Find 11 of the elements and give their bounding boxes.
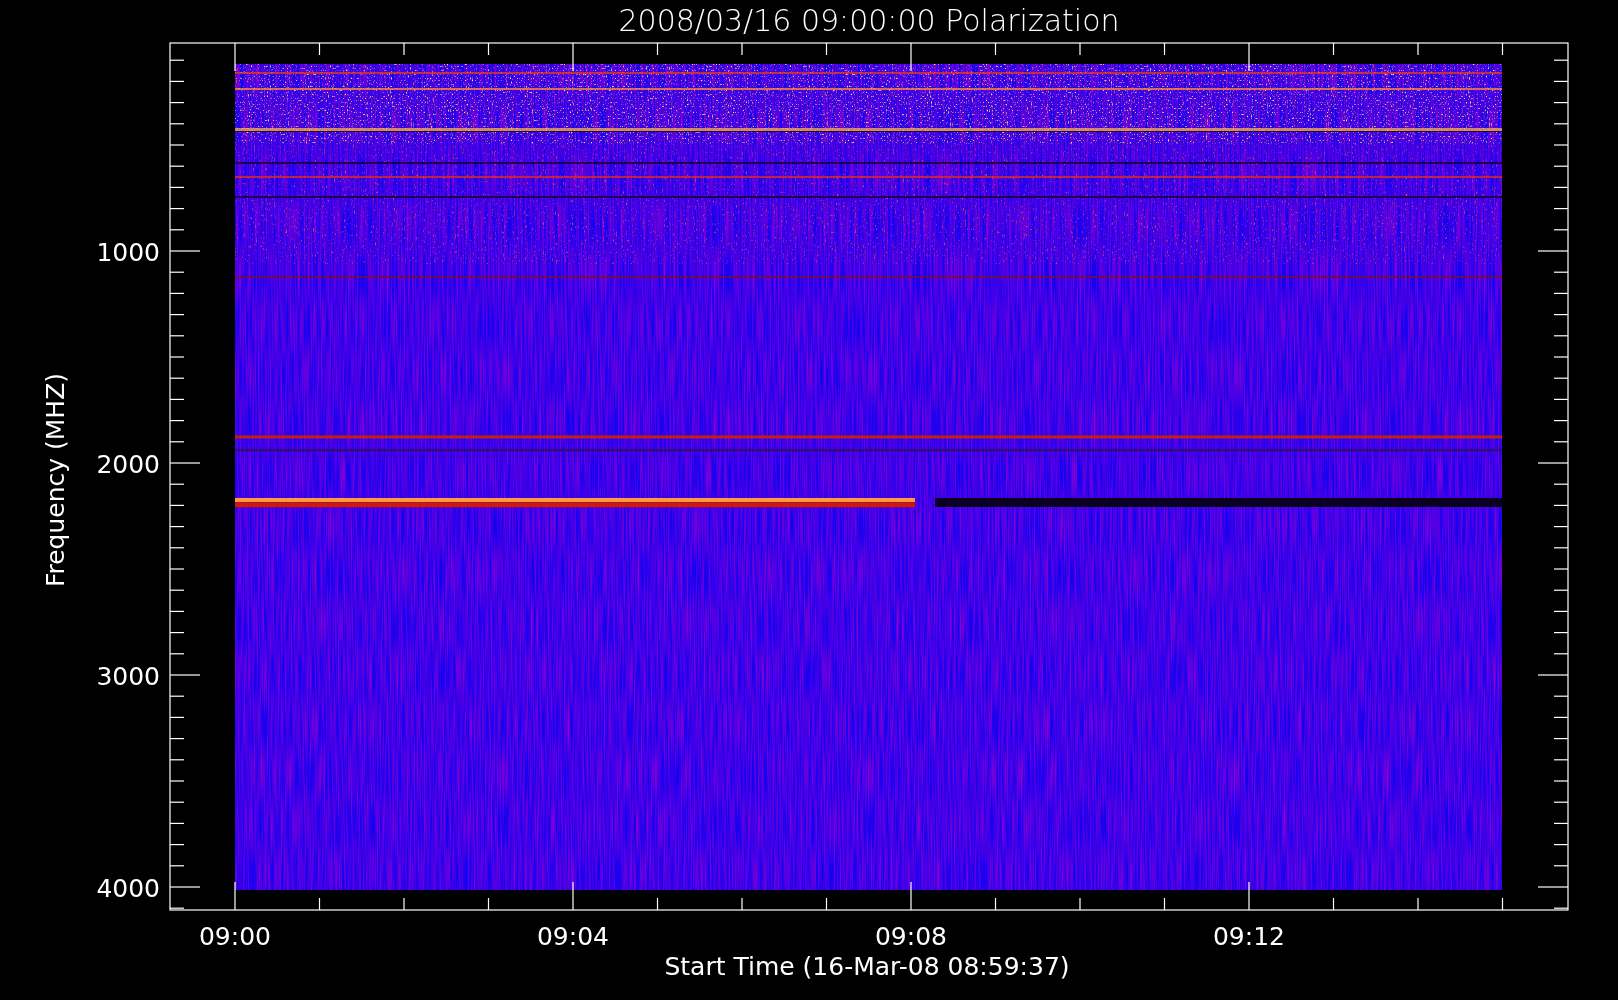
x-tick-label: 09:08 xyxy=(875,922,947,951)
x-tick-label: 09:12 xyxy=(1213,922,1285,951)
plot-title: 2008/03/16 09:00:00 Polarization xyxy=(618,3,1120,38)
x-tick-label: 09:04 xyxy=(537,922,609,951)
y-tick-label: 2000 xyxy=(96,450,160,479)
y-axis-title: Frequency (MHZ) xyxy=(41,372,70,588)
y-tick-label: 4000 xyxy=(96,874,160,903)
x-tick-label: 09:00 xyxy=(199,922,271,951)
y-tick-label: 3000 xyxy=(96,662,160,691)
y-tick-label: 1000 xyxy=(96,238,160,267)
x-axis-title: Start Time (16-Mar-08 08:59:37) xyxy=(664,952,1070,981)
